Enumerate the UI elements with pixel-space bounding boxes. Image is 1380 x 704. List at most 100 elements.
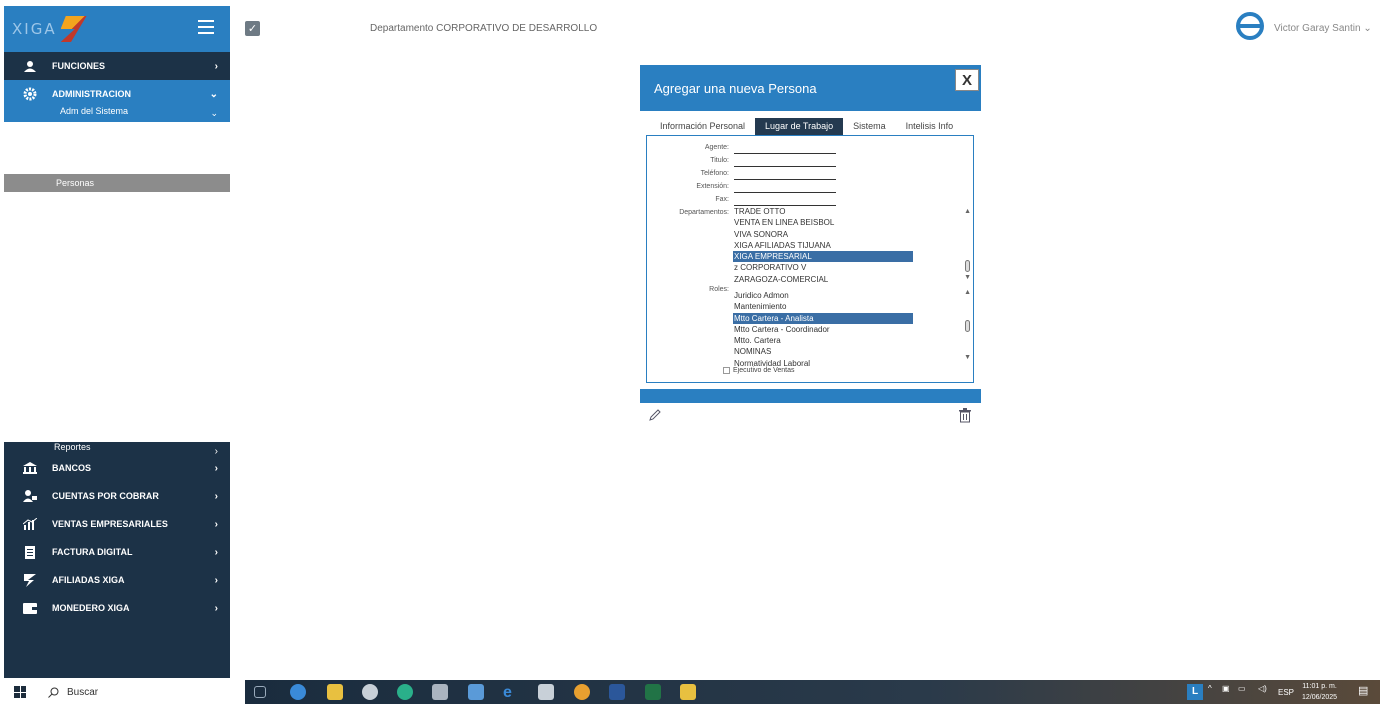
sticky-notes-icon[interactable] xyxy=(680,684,696,700)
file-explorer-icon[interactable] xyxy=(327,684,343,700)
scroll-up-icon[interactable]: ▲ xyxy=(964,289,971,296)
taskbar-start-area xyxy=(0,680,236,704)
paint-icon[interactable] xyxy=(432,684,448,700)
notification-icon[interactable]: ▤ xyxy=(1358,684,1368,697)
departamentos-listbox[interactable]: TRADE OTTO VENTA EN LINEA BEISBOL VIVA SON… xyxy=(733,206,913,286)
listbox-option[interactable]: VENTA EN LINEA BEISBOL xyxy=(733,217,913,228)
chevron-right-icon: › xyxy=(214,490,218,502)
chrome-icon[interactable] xyxy=(574,684,590,700)
listbox-option[interactable]: Mtto. Cartera xyxy=(733,335,913,346)
tab-informacion-personal[interactable]: Información Personal xyxy=(650,118,755,135)
listbox-option[interactable]: XIGA AFILIADAS TIJUANA xyxy=(733,240,913,251)
sidebar-item-personas[interactable]: Personas xyxy=(4,174,230,192)
monitor-icon[interactable]: ▭ xyxy=(1238,684,1246,693)
fax-input[interactable] xyxy=(734,195,836,206)
chart-icon xyxy=(20,517,40,531)
departamentos-label: Departamentos: xyxy=(679,209,729,216)
chevron-right-icon: › xyxy=(214,462,218,474)
edit-pencil-icon[interactable] xyxy=(648,408,662,422)
listbox-option[interactable]: z CORPORATIVO V xyxy=(733,262,913,273)
ejecutivo-ventas-row[interactable]: Ejecutivo de Ventas xyxy=(723,367,795,374)
titulo-label: Titulo: xyxy=(710,157,729,164)
sidebar-item-label: BANCOS xyxy=(52,463,92,473)
user-name: Victor Garay Santin xyxy=(1274,23,1361,34)
input-language[interactable]: ESP xyxy=(1278,688,1294,697)
listbox-option[interactable]: VIVA SONORA xyxy=(733,229,913,240)
close-button[interactable]: X xyxy=(955,69,979,91)
roles-label: Roles: xyxy=(709,286,729,293)
search-icon xyxy=(48,687,59,698)
taskbar-search[interactable]: Buscar xyxy=(48,687,98,698)
agente-input[interactable] xyxy=(734,143,836,154)
scroll-down-icon[interactable]: ▼ xyxy=(964,354,971,361)
clock-time: 11:01 p. m. xyxy=(1302,683,1337,690)
sidebar-item-label: ADMINISTRACION xyxy=(52,89,131,99)
extension-input[interactable] xyxy=(734,182,836,193)
roles-listbox[interactable]: Juridico Admon Mantenimiento Mtto Cartera … xyxy=(733,290,913,366)
copilot-icon[interactable] xyxy=(290,684,306,700)
sidebar-item-cuentas-por-cobrar[interactable]: CUENTAS POR COBRAR › xyxy=(4,482,230,510)
modal-header: Agregar una nueva Persona X xyxy=(640,65,981,111)
app-icon[interactable] xyxy=(468,684,484,700)
internet-explorer-icon[interactable]: e xyxy=(503,684,519,701)
users-money-icon xyxy=(20,489,40,503)
agente-label: Agente: xyxy=(704,144,729,151)
sidebar-item-monedero-xiga[interactable]: MONEDERO XIGA › xyxy=(4,594,230,622)
word-icon[interactable] xyxy=(609,684,625,700)
volume-icon[interactable]: ◁) xyxy=(1258,684,1267,693)
sidebar-item-ventas-empresariales[interactable]: VENTAS EMPRESARIALES › xyxy=(4,510,230,538)
sidebar-item-afiliadas-xiga[interactable]: AFILIADAS XIGA › xyxy=(4,566,230,594)
scroll-down-icon[interactable]: ▼ xyxy=(964,274,971,281)
sidebar-item-reportes[interactable]: Reportes xyxy=(54,442,91,452)
language-badge[interactable]: L xyxy=(1187,684,1203,700)
sidebar-item-label: MONEDERO XIGA xyxy=(52,603,130,613)
excel-icon[interactable] xyxy=(645,684,661,700)
taskbar-clock[interactable]: 11:01 p. m. 12/06/2025 xyxy=(1302,681,1337,703)
sidebar-item-label: VENTAS EMPRESARIALES xyxy=(52,519,168,529)
xiga-logo-icon xyxy=(60,16,87,42)
user-avatar-icon[interactable] xyxy=(1236,12,1264,40)
modal-title: Agregar una nueva Persona xyxy=(654,80,817,96)
fax-label: Fax: xyxy=(715,196,729,203)
sidebar-item-bancos[interactable]: BANCOS › xyxy=(4,454,230,482)
sidebar-item-funciones[interactable]: FUNCIONES › xyxy=(4,52,230,80)
listbox-option[interactable]: Juridico Admon xyxy=(733,290,913,301)
windows-start-icon[interactable] xyxy=(14,686,26,698)
scrollbar-thumb[interactable] xyxy=(965,260,970,272)
user-menu[interactable]: Victor Garay Santin ⌄ xyxy=(1274,23,1372,34)
scrollbar-thumb[interactable] xyxy=(965,320,970,332)
app-icon[interactable] xyxy=(362,684,378,700)
tab-lugar-de-trabajo[interactable]: Lugar de Trabajo xyxy=(755,118,844,135)
titulo-input[interactable] xyxy=(734,156,836,167)
hamburger-menu-icon[interactable] xyxy=(198,20,214,34)
tab-sistema[interactable]: Sistema xyxy=(843,118,896,135)
extension-label: Extensión: xyxy=(696,183,729,190)
listbox-option[interactable]: XIGA EMPRESARIAL xyxy=(733,251,913,263)
sidebar-item-label: FACTURA DIGITAL xyxy=(52,547,133,557)
sidebar-item-factura-digital[interactable]: FACTURA DIGITAL › xyxy=(4,538,230,566)
listbox-option[interactable]: Mtto Cartera - Coordinador xyxy=(733,324,913,335)
telefono-input[interactable] xyxy=(734,169,836,180)
header-checkbox[interactable]: ✓ xyxy=(245,21,260,36)
network-icon[interactable]: ▣ xyxy=(1222,684,1230,693)
chevron-right-icon: › xyxy=(214,546,218,558)
listbox-option[interactable]: Mtto Cartera - Analista xyxy=(733,312,913,324)
people-gear-icon xyxy=(20,59,40,73)
logo-text: XIGA xyxy=(12,20,57,38)
tab-intelisis-info[interactable]: Intelisis Info xyxy=(896,118,964,135)
logo-bar: XIGA xyxy=(4,6,230,52)
listbox-option[interactable]: Mantenimiento xyxy=(733,301,913,312)
gear-icon xyxy=(20,87,40,101)
trash-icon[interactable] xyxy=(958,408,972,423)
app-icon[interactable] xyxy=(538,684,554,700)
listbox-option[interactable]: NOMINAS xyxy=(733,346,913,357)
edge-icon[interactable] xyxy=(397,684,413,700)
sidebar-item-adm-sistema[interactable]: Adm del Sistema ⌄ xyxy=(4,102,230,122)
tray-chevron-up-icon[interactable]: ^ xyxy=(1208,684,1212,693)
task-view-icon[interactable] xyxy=(254,686,266,698)
listbox-option[interactable]: ZARAGOZA-COMERCIAL xyxy=(733,274,913,285)
listbox-option[interactable]: TRADE OTTO xyxy=(733,206,913,217)
ejecutivo-ventas-checkbox[interactable] xyxy=(723,367,730,374)
listbox-option[interactable]: Normatividad Laboral xyxy=(733,358,913,366)
scroll-up-icon[interactable]: ▲ xyxy=(964,208,971,215)
